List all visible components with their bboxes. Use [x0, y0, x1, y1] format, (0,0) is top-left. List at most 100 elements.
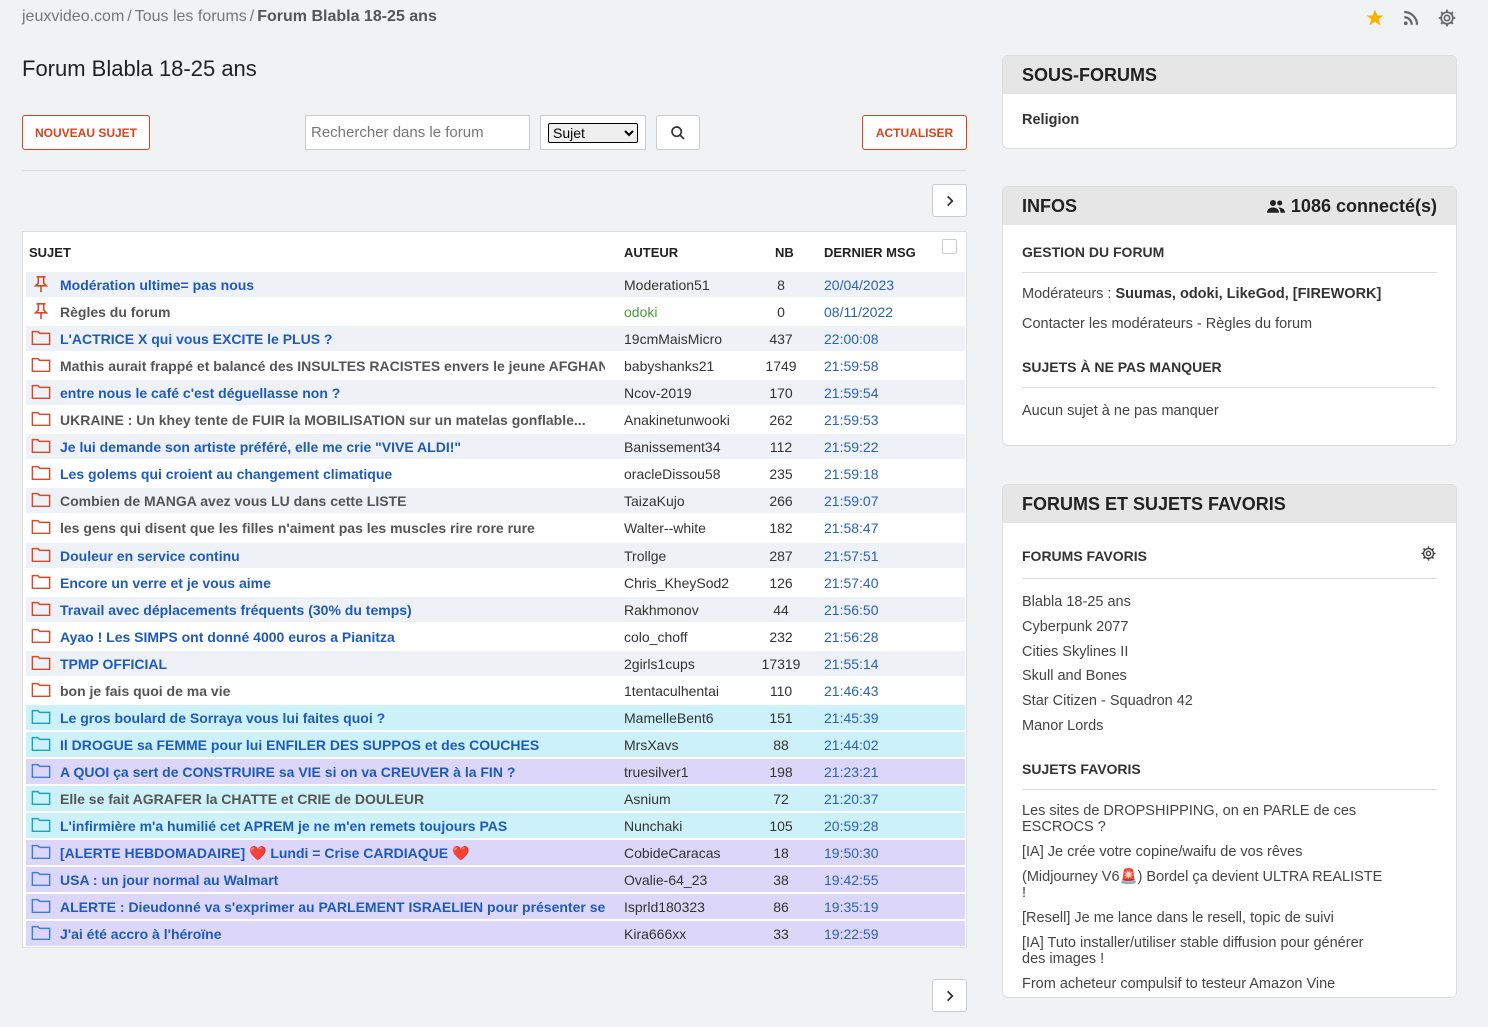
- topic-author[interactable]: Asnium: [624, 791, 671, 807]
- topic-author[interactable]: truesilver1: [624, 764, 689, 780]
- topic-link[interactable]: Douleur en service continu: [60, 548, 605, 564]
- star-icon[interactable]: [1364, 7, 1386, 29]
- table-row[interactable]: Combien de MANGA avez vous LU dans cette…: [26, 488, 965, 513]
- favorite-topic-link[interactable]: Les sites de DROPSHIPPING, on en PARLE d…: [1022, 803, 1384, 835]
- topic-last-message[interactable]: 21:59:07: [824, 493, 879, 509]
- table-row[interactable]: ALERTE : Dieudonné va s'exprimer au PARL…: [26, 894, 965, 919]
- gear-icon[interactable]: [1420, 545, 1437, 567]
- search-mode-select[interactable]: Sujet: [548, 122, 638, 143]
- favorite-topic-link[interactable]: From acheteur compulsif to testeur Amazo…: [1022, 976, 1384, 992]
- table-row[interactable]: bon je fais quoi de ma vie 1tentaculhenta…: [26, 678, 965, 703]
- topic-last-message[interactable]: 19:35:19: [824, 899, 879, 915]
- table-row[interactable]: Le gros boulard de Sorraya vous lui fait…: [26, 705, 965, 730]
- table-row[interactable]: entre nous le café c'est déguellasse non…: [26, 380, 965, 405]
- topic-link[interactable]: [ALERTE HEBDOMADAIRE] ❤️ Lundi = Crise C…: [60, 845, 605, 862]
- select-all-checkbox[interactable]: [942, 239, 957, 254]
- topic-link[interactable]: Les golems qui croient au changement cli…: [60, 466, 605, 482]
- table-row[interactable]: UKRAINE : Un khey tente de FUIR la MOBIL…: [26, 407, 965, 432]
- favorite-topic-link[interactable]: [IA] Je crée votre copine/waifu de vos r…: [1022, 844, 1384, 860]
- topic-link[interactable]: L'infirmière m'a humilié cet APREM je ne…: [60, 818, 605, 834]
- topic-link[interactable]: Encore un verre et je vous aime: [60, 575, 605, 591]
- search-input[interactable]: [305, 115, 530, 150]
- topic-link[interactable]: USA : un jour normal au Walmart: [60, 872, 605, 888]
- topic-last-message[interactable]: 21:56:50: [824, 602, 879, 618]
- table-row[interactable]: Ayao ! Les SIMPS ont donné 4000 euros a …: [26, 624, 965, 649]
- rules-link[interactable]: Règles du forum: [1206, 316, 1312, 332]
- next-page-button[interactable]: [932, 184, 967, 217]
- table-row[interactable]: Il DROGUE sa FEMME pour lui ENFILER DES …: [26, 732, 965, 757]
- subforum-item[interactable]: Religion: [1003, 94, 1456, 146]
- table-row[interactable]: L'ACTRICE X qui vous EXCITE le PLUS ? 19c…: [26, 326, 965, 351]
- topic-last-message[interactable]: 21:58:47: [824, 520, 879, 536]
- topic-link[interactable]: L'ACTRICE X qui vous EXCITE le PLUS ?: [60, 331, 605, 347]
- topic-last-message[interactable]: 21:59:54: [824, 385, 879, 401]
- favorite-topic-link[interactable]: (Midjourney V6🚨) Bordel ça devient ULTRA…: [1022, 869, 1384, 901]
- topic-last-message[interactable]: 22:00:08: [824, 331, 879, 347]
- favorite-forum-link[interactable]: Star Citizen - Squadron 42: [1022, 689, 1437, 714]
- table-row[interactable]: Règles du forum odoki 0 08/11/2022: [26, 299, 965, 324]
- topic-author[interactable]: 2girls1cups: [624, 656, 695, 672]
- topic-last-message[interactable]: 21:56:28: [824, 629, 879, 645]
- table-row[interactable]: J'ai été accro à l'héroïne Kira666xx 33 19:…: [26, 921, 965, 946]
- topic-link[interactable]: Il DROGUE sa FEMME pour lui ENFILER DES …: [60, 737, 605, 753]
- topic-last-message[interactable]: 21:23:21: [824, 764, 879, 780]
- new-topic-button[interactable]: NOUVEAU SUJET: [22, 115, 150, 150]
- topic-author[interactable]: MrsXavs: [624, 737, 678, 753]
- topic-last-message[interactable]: 19:42:55: [824, 872, 879, 888]
- topic-author[interactable]: Ncov-2019: [624, 385, 692, 401]
- topic-last-message[interactable]: 19:50:30: [824, 845, 879, 861]
- topic-link[interactable]: Mathis aurait frappé et balancé des INSU…: [60, 358, 605, 374]
- topic-last-message[interactable]: 21:59:18: [824, 466, 879, 482]
- topic-author[interactable]: Moderation51: [624, 277, 710, 293]
- topic-link[interactable]: Combien de MANGA avez vous LU dans cette…: [60, 493, 605, 509]
- topic-last-message[interactable]: 21:59:58: [824, 358, 879, 374]
- favorite-forum-link[interactable]: Skull and Bones: [1022, 664, 1437, 689]
- gear-icon[interactable]: [1436, 7, 1458, 29]
- table-row[interactable]: Mathis aurait frappé et balancé des INSU…: [26, 353, 965, 378]
- topic-last-message[interactable]: 08/11/2022: [824, 304, 893, 320]
- topic-last-message[interactable]: 21:55:14: [824, 656, 879, 672]
- contact-moderators-link[interactable]: Contacter les modérateurs: [1022, 316, 1193, 332]
- topic-link[interactable]: bon je fais quoi de ma vie: [60, 683, 605, 699]
- refresh-button[interactable]: ACTUALISER: [862, 115, 967, 150]
- breadcrumb-site[interactable]: jeuxvideo.com: [22, 8, 124, 25]
- topic-link[interactable]: Je lui demande son artiste préféré, elle…: [60, 439, 605, 455]
- topic-author[interactable]: CobideCaracas: [624, 845, 721, 861]
- topic-author[interactable]: Banissement34: [624, 439, 721, 455]
- topic-last-message[interactable]: 21:20:37: [824, 791, 879, 807]
- favorite-topic-link[interactable]: [Resell] Je me lance dans le resell, top…: [1022, 910, 1384, 926]
- topic-author[interactable]: Kira666xx: [624, 926, 686, 942]
- table-row[interactable]: TPMP OFFICIAL 2girls1cups 17319 21:55:14: [26, 651, 965, 676]
- topic-last-message[interactable]: 19:22:59: [824, 926, 879, 942]
- topic-last-message[interactable]: 21:45:39: [824, 710, 879, 726]
- topic-link[interactable]: TPMP OFFICIAL: [60, 656, 605, 672]
- table-row[interactable]: Modération ultime= pas nous Moderation51 8…: [26, 272, 965, 297]
- topic-author[interactable]: oracleDissou58: [624, 466, 721, 482]
- favorite-forum-link[interactable]: Blabla 18-25 ans: [1022, 590, 1437, 615]
- topic-author[interactable]: Anakinetunwooki: [624, 412, 730, 428]
- topic-last-message[interactable]: 21:44:02: [824, 737, 879, 753]
- topic-link[interactable]: Ayao ! Les SIMPS ont donné 4000 euros a …: [60, 629, 605, 645]
- topic-link[interactable]: A QUOI ça sert de CONSTRUIRE sa VIE si o…: [60, 764, 605, 780]
- topic-author[interactable]: Rakhmonov: [624, 602, 699, 618]
- topic-link[interactable]: Règles du forum: [60, 304, 605, 320]
- topic-author[interactable]: Isprld180323: [624, 899, 705, 915]
- moderators-list[interactable]: Suumas, odoki, LikeGod, [FIREWORK]: [1116, 286, 1382, 302]
- topic-last-message[interactable]: 21:57:51: [824, 548, 879, 564]
- topic-link[interactable]: UKRAINE : Un khey tente de FUIR la MOBIL…: [60, 412, 605, 428]
- topic-last-message[interactable]: 20/04/2023: [824, 277, 894, 293]
- topic-author[interactable]: MamelleBent6: [624, 710, 714, 726]
- topic-last-message[interactable]: 20:59:28: [824, 818, 879, 834]
- search-button[interactable]: [656, 115, 700, 150]
- topic-link[interactable]: J'ai été accro à l'héroïne: [60, 926, 605, 942]
- table-row[interactable]: A QUOI ça sert de CONSTRUIRE sa VIE si o…: [26, 759, 965, 784]
- topic-author[interactable]: babyshanks21: [624, 358, 714, 374]
- topic-author[interactable]: odoki: [624, 304, 657, 320]
- topic-author[interactable]: 1tentaculhentai: [624, 683, 719, 699]
- topic-author[interactable]: Nunchaki: [624, 818, 682, 834]
- topic-author[interactable]: TaizaKujo: [624, 493, 685, 509]
- table-row[interactable]: Les golems qui croient au changement cli…: [26, 461, 965, 486]
- next-page-button[interactable]: [932, 979, 967, 1012]
- topic-author[interactable]: colo_choff: [624, 629, 688, 645]
- topic-author[interactable]: 19cmMaisMicro: [624, 331, 722, 347]
